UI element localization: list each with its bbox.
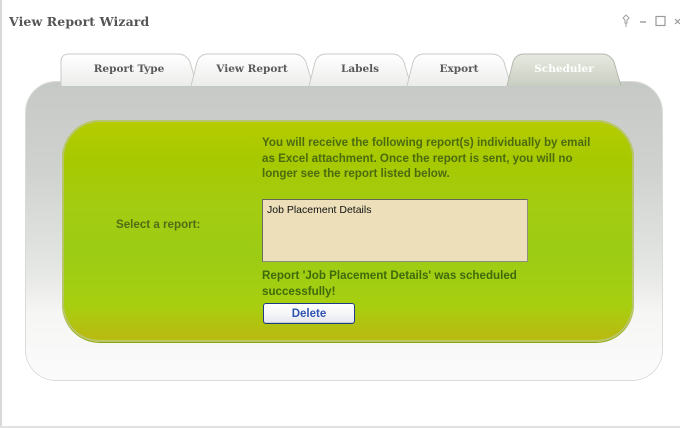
close-icon[interactable] bbox=[674, 13, 680, 29]
tab-label: Report Type bbox=[93, 63, 165, 75]
delete-button[interactable]: Delete bbox=[263, 303, 355, 324]
select-report-label: Select a report: bbox=[116, 218, 201, 231]
window-title: View Report Wizard bbox=[9, 14, 150, 29]
window-controls bbox=[621, 13, 680, 29]
wizard-tabs: Report Type View Report Labels Export Sc… bbox=[60, 52, 630, 86]
window-border bbox=[0, 0, 2, 428]
tab-scheduler[interactable]: Scheduler bbox=[506, 52, 622, 86]
tab-labels[interactable]: Labels bbox=[308, 52, 412, 86]
tab-export[interactable]: Export bbox=[406, 52, 512, 86]
report-listbox[interactable]: Job Placement Details bbox=[262, 199, 528, 262]
maximize-icon[interactable] bbox=[655, 13, 666, 29]
status-message: Report 'Job Placement Details' was sched… bbox=[262, 269, 517, 298]
title-bar[interactable]: View Report Wizard bbox=[0, 0, 680, 40]
tab-report-type[interactable]: Report Type bbox=[60, 52, 198, 86]
scheduler-info-text: You will receive the following report(s)… bbox=[262, 136, 591, 180]
tab-label: Scheduler bbox=[534, 63, 594, 75]
pin-icon[interactable] bbox=[621, 13, 631, 29]
tab-view-report[interactable]: View Report bbox=[190, 52, 314, 86]
tab-label: Labels bbox=[340, 63, 380, 75]
tab-label: Export bbox=[439, 63, 479, 75]
minimize-icon[interactable] bbox=[639, 13, 647, 29]
report-wizard-window: View Report Wizard Report Type View Repo… bbox=[0, 0, 680, 428]
list-item[interactable]: Job Placement Details bbox=[267, 204, 371, 216]
tab-label: View Report bbox=[216, 63, 288, 75]
